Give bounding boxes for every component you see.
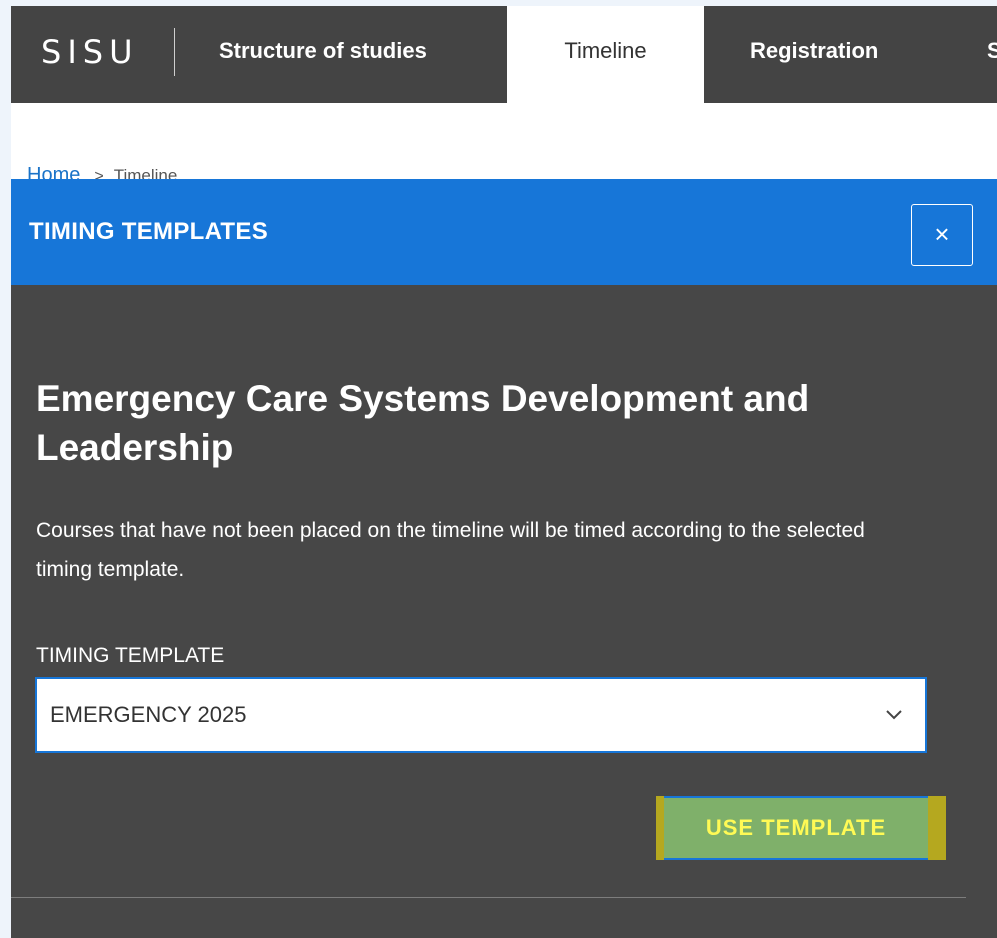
selected-template-value: EMERGENCY 2025 <box>50 702 247 727</box>
modal-divider <box>11 897 966 898</box>
tab-partial[interactable]: S <box>987 6 997 103</box>
top-navigation: SISU Structure of studies Timeline Regis… <box>11 6 997 103</box>
tab-registration[interactable]: Registration <box>750 6 878 103</box>
modal-description: Courses that have not been placed on the… <box>36 519 865 581</box>
tab-timeline[interactable]: Timeline <box>507 6 704 103</box>
sisu-logo[interactable]: SISU <box>41 32 138 72</box>
tab-structure-of-studies[interactable]: Structure of studies <box>219 6 427 103</box>
close-button[interactable]: × <box>911 204 973 266</box>
module-heading: Emergency Care Systems Development and L… <box>36 378 810 468</box>
timing-template-label: TIMING TEMPLATE <box>36 644 225 667</box>
use-template-button[interactable]: USE TEMPLATE <box>664 796 928 860</box>
chevron-down-icon <box>886 710 902 720</box>
modal-header: TIMING TEMPLATES × <box>11 179 997 285</box>
timing-templates-modal: TIMING TEMPLATES × Emergency Care System… <box>11 179 997 938</box>
close-icon: × <box>934 219 950 249</box>
timing-template-select[interactable]: EMERGENCY 2025 <box>35 677 927 753</box>
page: SISU Structure of studies Timeline Regis… <box>11 6 997 938</box>
nav-divider <box>174 28 175 76</box>
modal-title: TIMING TEMPLATES <box>29 218 269 245</box>
